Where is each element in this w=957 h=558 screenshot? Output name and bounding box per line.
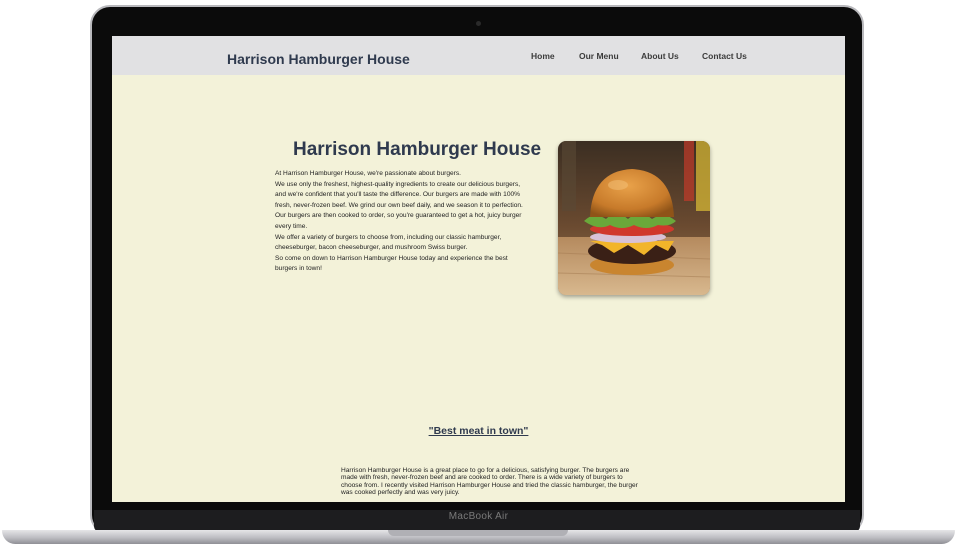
site-header: Harrison Hamburger House Home Our Menu A…: [112, 36, 845, 75]
browser-viewport: Harrison Hamburger House Home Our Menu A…: [112, 36, 845, 502]
laptop-notch: [388, 530, 568, 536]
intro-paragraph: At Harrison Hamburger House, we're passi…: [275, 170, 461, 177]
burger-image: [558, 141, 710, 295]
device-label: MacBook Air: [448, 511, 509, 522]
nav-home[interactable]: Home: [531, 51, 555, 61]
camera-icon: [476, 21, 481, 26]
intro-paragraph: We offer a variety of burgers to choose …: [275, 233, 502, 252]
nav-menu: Home Our Menu About Us Contact Us: [112, 51, 845, 65]
nav-our-menu[interactable]: Our Menu: [579, 51, 619, 61]
nav-contact-us[interactable]: Contact Us: [702, 51, 747, 61]
intro-text: At Harrison Hamburger House, we're passi…: [275, 169, 531, 275]
intro-paragraph: Our burgers are then cooked to order, so…: [275, 212, 522, 230]
testimonial-body: Harrison Hamburger House is a great plac…: [341, 467, 638, 496]
testimonial-quote[interactable]: "Best meat in town": [112, 425, 845, 437]
intro-paragraph: So come on down to Harrison Hamburger Ho…: [275, 254, 508, 273]
nav-about-us[interactable]: About Us: [641, 51, 679, 61]
intro-paragraph: We use only the freshest, highest-qualit…: [275, 180, 523, 209]
hero-title: Harrison Hamburger House: [293, 139, 542, 160]
